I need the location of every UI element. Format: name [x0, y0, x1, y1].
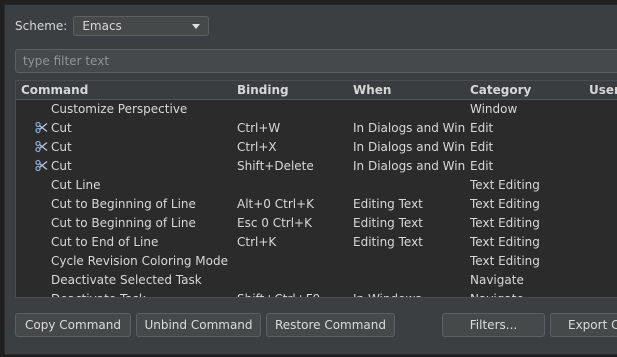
cell-command: Customize Perspective [51, 102, 188, 116]
cell-binding: Ctrl+K [237, 235, 277, 249]
cell-command: Cut Line [51, 178, 101, 192]
table-row[interactable]: Cut Ctrl+X In Dialogs and Windows Edit [16, 138, 617, 157]
filter-input[interactable]: type filter text [15, 49, 617, 73]
copy-command-button[interactable]: Copy Command [15, 313, 131, 337]
cell-command: Cut [51, 140, 72, 154]
cell-binding: Ctrl+W [237, 121, 281, 135]
button-bar: Copy Command Unbind Command Restore Comm… [5, 313, 617, 339]
table-row[interactable]: Cut Ctrl+W In Dialogs and Windows Edit [16, 119, 617, 138]
cell-category: Text Editing [470, 178, 540, 192]
table-row[interactable]: Cut to Beginning of Line Alt+0 Ctrl+K Edit… [16, 195, 617, 214]
cell-category: Text Editing [470, 235, 540, 249]
cell-command: Cut [51, 159, 72, 173]
cell-binding: Shift+Ctrl+F9 [237, 292, 349, 297]
cell-when: In Dialogs and Windows [353, 140, 465, 154]
table-row[interactable]: Deactivate Task Shift+Ctrl+F9 In Windows Na… [16, 290, 617, 297]
cell-category: Edit [470, 140, 494, 154]
cell-command: Cut [51, 121, 72, 135]
scissors-icon [35, 159, 49, 172]
cell-command: Deactivate Selected Task [51, 273, 202, 287]
cell-binding: Ctrl+X [237, 140, 277, 154]
cell-category: Navigate [470, 292, 582, 297]
scheme-label: Scheme: [15, 19, 68, 33]
cell-command: Cycle Revision Coloring Mode [51, 254, 228, 268]
chevron-down-icon [192, 23, 201, 29]
cell-category: Window [470, 102, 518, 116]
cell-binding: Shift+Delete [237, 159, 314, 173]
cell-category: Edit [470, 121, 494, 135]
table-body: Customize Perspective Window Cut Ctrl+W In D… [16, 100, 617, 297]
header-binding[interactable]: Binding [237, 83, 349, 97]
cell-when: Editing Text [353, 197, 423, 211]
scissors-icon [35, 140, 49, 153]
table-row[interactable]: Cut to Beginning of Line Esc 0 Ctrl+K Edit… [16, 214, 617, 233]
header-when[interactable]: When [353, 83, 465, 97]
cell-command: Cut to Beginning of Line [51, 216, 196, 230]
cell-binding: Alt+0 Ctrl+K [237, 197, 315, 211]
header-category[interactable]: Category [470, 83, 582, 97]
cell-category: Text Editing [470, 216, 540, 230]
cell-when: In Windows [353, 292, 465, 297]
header-command[interactable]: Command [21, 83, 88, 97]
keys-table: Command Binding When Category User Custo… [15, 80, 617, 298]
cell-command: Cut to End of Line [51, 235, 159, 249]
cell-when: Editing Text [353, 216, 423, 230]
cell-when: Editing Text [353, 235, 423, 249]
filters-button[interactable]: Filters... [442, 313, 545, 337]
cell-binding: Esc 0 Ctrl+K [237, 216, 312, 230]
table-row[interactable]: Cut Shift+Delete In Dialogs and Windows Edi… [16, 157, 617, 176]
scheme-row: Scheme: Emacs [15, 15, 210, 37]
export-csv-button[interactable]: Export CSV... [550, 313, 617, 337]
table-row[interactable]: Cycle Revision Coloring Mode Text Editing [16, 252, 617, 271]
table-row[interactable]: Cut Line Text Editing [16, 176, 617, 195]
cell-when: In Dialogs and Windows [353, 159, 465, 173]
cell-category: Text Editing [470, 197, 540, 211]
table-row[interactable]: Cut to End of Line Ctrl+K Editing Text Text… [16, 233, 617, 252]
restore-command-button[interactable]: Restore Command [266, 313, 395, 337]
cell-command: Deactivate Task [51, 292, 231, 297]
table-row[interactable]: Deactivate Selected Task Navigate [16, 271, 617, 290]
table-header: Command Binding When Category User [16, 81, 617, 100]
unbind-command-button[interactable]: Unbind Command [136, 313, 261, 337]
cell-category: Edit [470, 159, 494, 173]
cell-category: Navigate [470, 273, 524, 287]
cell-command: Cut to Beginning of Line [51, 197, 196, 211]
keys-preferences-panel: Scheme: Emacs type filter text Command B… [4, 4, 617, 355]
header-user[interactable]: User [589, 83, 617, 97]
scheme-dropdown[interactable]: Emacs [73, 16, 210, 36]
table-row[interactable]: Customize Perspective Window [16, 100, 617, 119]
scissors-icon [35, 121, 49, 134]
scheme-value: Emacs [82, 19, 122, 33]
cell-category: Text Editing [470, 254, 540, 268]
cell-when: In Dialogs and Windows [353, 121, 465, 135]
